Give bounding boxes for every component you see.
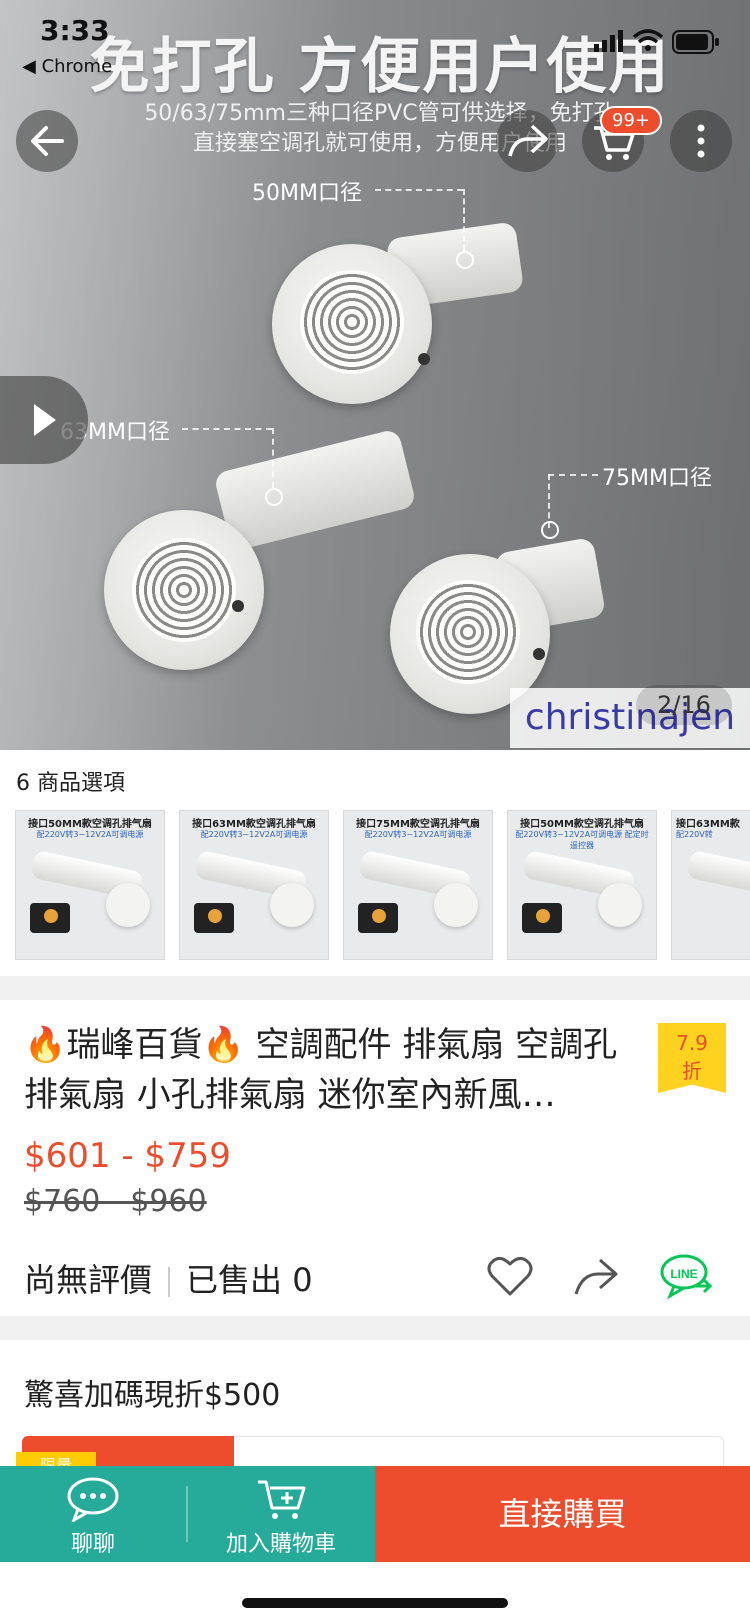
thumb-vent bbox=[106, 883, 150, 927]
promo-title: 驚喜加碼現折$500 bbox=[24, 1378, 281, 1413]
vent-grill-50mm bbox=[300, 270, 404, 374]
share-icon bbox=[574, 1258, 618, 1295]
share-icon bbox=[508, 124, 548, 157]
thumb-knob bbox=[372, 909, 386, 923]
sold-count: 已售出 0 bbox=[186, 1261, 313, 1299]
heart-icon bbox=[487, 1257, 533, 1296]
thumb-vent bbox=[598, 883, 642, 927]
label-50mm: 50MM口径 bbox=[252, 181, 362, 206]
thumb-subtitle: 配220V转3~12V2A可调电源 配定时遥控器 bbox=[515, 830, 649, 850]
cart-count-badge: 99+ bbox=[600, 106, 662, 135]
favorite-button[interactable] bbox=[486, 1254, 534, 1302]
back-to-app[interactable]: ◀ Chrome bbox=[22, 56, 112, 77]
vent-grill-75mm bbox=[416, 580, 520, 684]
thumb-title: 接口75MM款空调孔排气扇 bbox=[356, 819, 480, 830]
leader-dot bbox=[265, 488, 283, 506]
thumb-title: 接口50MM款空调孔排气扇 bbox=[520, 819, 644, 830]
screw bbox=[533, 648, 545, 660]
leader-dot bbox=[456, 251, 474, 269]
option-thumbnail[interactable]: 接口75MM款空调孔排气扇 配220V转3~12V2A可调电源 bbox=[343, 810, 493, 960]
share-button[interactable] bbox=[496, 110, 558, 172]
thumb-vent bbox=[434, 883, 478, 927]
cart-plus-icon bbox=[258, 1480, 306, 1519]
original-price: $760 - $960 bbox=[24, 1184, 207, 1219]
thumb-title: 接口50MM款空调孔排气扇 bbox=[28, 819, 152, 830]
thumb-title: 接口63MM款 bbox=[676, 819, 740, 830]
chat-button[interactable]: 聊聊 bbox=[0, 1466, 186, 1562]
discount-unit: 折 bbox=[682, 1059, 702, 1083]
chat-label: 聊聊 bbox=[70, 1532, 115, 1557]
line-share-button[interactable]: LINE bbox=[660, 1252, 716, 1304]
leader-dot bbox=[541, 521, 559, 539]
thumb-vent bbox=[270, 883, 314, 927]
leader-line bbox=[548, 474, 550, 528]
arrow-left-icon bbox=[31, 126, 64, 156]
thumb-subtitle: 配220V转3~12V2A可调电源 bbox=[364, 830, 472, 839]
options-label: 6 商品選項 bbox=[16, 771, 125, 796]
option-thumbnail[interactable]: 接口63MM款空调孔排气扇 配220V转3~12V2A可调电源 bbox=[179, 810, 329, 960]
section-divider bbox=[0, 1316, 750, 1340]
thumb-knob bbox=[208, 909, 222, 923]
vent-grill-63mm bbox=[132, 538, 236, 642]
product-title: 🔥瑞峰百貨🔥 空調配件 排氣扇 空調孔排氣扇 小孔排氣扇 迷你室內新風… bbox=[24, 1020, 634, 1120]
add-to-cart-button[interactable]: 加入購物車 bbox=[188, 1466, 374, 1562]
thumb-pipe bbox=[686, 849, 750, 901]
option-thumbnail[interactable]: 接口50MM款空调孔排气扇 配220V转3~12V2A可调电源 配定时遥控器 bbox=[507, 810, 657, 960]
thumb-title: 接口63MM款空调孔排气扇 bbox=[192, 819, 316, 830]
discount-value: 7.9 bbox=[676, 1031, 708, 1055]
fire-emoji: 🔥 bbox=[24, 1025, 67, 1065]
shop-name: 瑞峰百貨 bbox=[66, 1025, 203, 1065]
image-pager: 2/16 bbox=[636, 685, 732, 725]
product-stats: 尚無評價 已售出 0 bbox=[24, 1255, 313, 1301]
stats-separator bbox=[168, 1267, 171, 1297]
add-to-cart-label: 加入購物車 bbox=[225, 1532, 336, 1557]
leader-line bbox=[375, 189, 463, 191]
option-thumbnail[interactable]: 接口63MM款 配220V转 bbox=[671, 810, 750, 960]
thumb-knob bbox=[536, 909, 550, 923]
share-product-button[interactable] bbox=[572, 1254, 620, 1302]
leader-line bbox=[463, 189, 465, 251]
leader-line bbox=[182, 428, 272, 430]
discount-badge: 7.9 折 bbox=[658, 1023, 726, 1093]
thumb-knob bbox=[44, 909, 58, 923]
more-button[interactable] bbox=[670, 110, 732, 172]
screw bbox=[232, 600, 244, 612]
thumb-subtitle: 配220V转3~12V2A可调电源 bbox=[200, 830, 308, 839]
section-divider bbox=[0, 976, 750, 1000]
line-icon: LINE bbox=[660, 1254, 713, 1300]
chat-icon bbox=[67, 1477, 119, 1522]
home-indicator bbox=[242, 1598, 508, 1608]
fire-emoji: 🔥 bbox=[202, 1025, 245, 1065]
option-thumbnail[interactable]: 接口50MM款空调孔排气扇 配220V转3~12V2A可调电源 bbox=[15, 810, 165, 960]
wifi-icon bbox=[632, 28, 664, 56]
status-time: 3:33 bbox=[40, 14, 110, 47]
thumb-subtitle: 配220V转3~12V2A可调电源 bbox=[36, 830, 144, 839]
price-range: $601 - $759 bbox=[24, 1136, 231, 1176]
more-vertical-icon bbox=[697, 124, 705, 158]
leader-line bbox=[548, 474, 598, 476]
line-icon-label: LINE bbox=[670, 1267, 697, 1281]
label-75mm: 75MM口径 bbox=[602, 466, 712, 491]
play-video-button[interactable] bbox=[0, 376, 88, 464]
play-icon bbox=[34, 404, 56, 436]
rating-text[interactable]: 尚無評價 bbox=[24, 1261, 152, 1299]
thumb-subtitle: 配220V转 bbox=[676, 830, 713, 839]
signal-icon bbox=[594, 30, 624, 56]
leader-line bbox=[272, 428, 274, 488]
screw bbox=[418, 353, 430, 365]
battery-icon bbox=[672, 30, 720, 58]
buy-now-button[interactable]: 直接購買 bbox=[375, 1466, 750, 1562]
back-button[interactable] bbox=[16, 110, 78, 172]
